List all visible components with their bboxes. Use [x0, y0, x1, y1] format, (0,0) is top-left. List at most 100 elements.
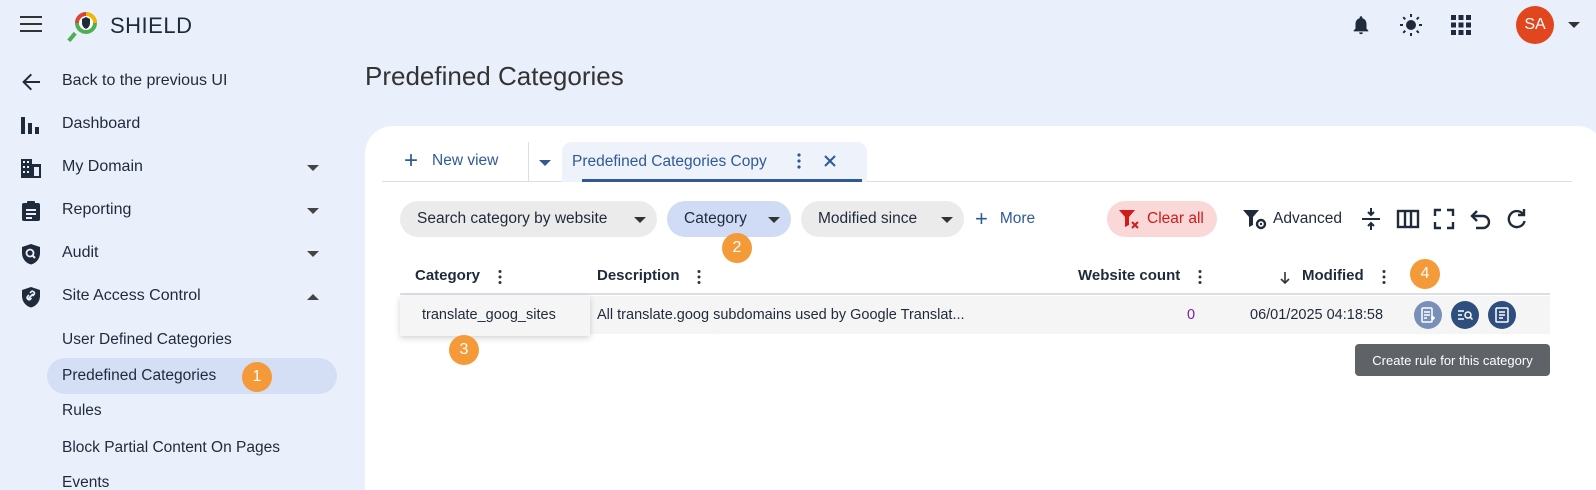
more-vert-icon[interactable] — [1382, 269, 1386, 285]
top-bar: SHIELD SA — [0, 0, 1596, 50]
chevron-down-icon — [307, 165, 319, 171]
advanced-filter-button[interactable]: Advanced — [1235, 201, 1355, 237]
new-view-button[interactable]: + New view — [404, 147, 499, 174]
sidebar-subitem-block-partial-content[interactable]: Block Partial Content On Pages — [47, 430, 337, 466]
filter-clear-icon — [1119, 210, 1139, 229]
view-websites-button[interactable] — [1451, 301, 1479, 329]
page-title: Predefined Categories — [365, 61, 624, 91]
sidebar-item-reporting[interactable]: Reporting — [0, 192, 345, 228]
advanced-label: Advanced — [1273, 210, 1342, 227]
sidebar-subitem-label: Predefined Categories — [62, 367, 217, 384]
sidebar-subitem-user-defined-categories[interactable]: User Defined Categories — [47, 322, 337, 358]
refresh-icon[interactable] — [1503, 206, 1529, 232]
user-avatar[interactable]: SA — [1516, 6, 1554, 44]
bar-chart-icon — [21, 117, 39, 134]
app-brand: SHIELD — [110, 13, 193, 38]
sidebar-item-site-access-control[interactable]: Site Access Control — [0, 278, 345, 314]
sidebar-item-label: Audit — [62, 244, 99, 261]
description-value: All translate.goog subdomains used by Go… — [597, 307, 965, 323]
user-menu-caret-icon[interactable] — [1568, 22, 1580, 28]
sidebar-subitem-rules[interactable]: Rules — [47, 393, 337, 429]
step-badge-4: 4 — [1410, 259, 1440, 289]
content-card: + New view Predefined Categories Copy Se… — [365, 126, 1596, 490]
search-category-by-website-filter[interactable]: Search category by website — [400, 201, 657, 237]
tab-divider — [528, 142, 529, 182]
modified-value: 06/01/2025 04:18:58 — [1250, 307, 1384, 323]
sidebar-subitem-label: Events — [62, 474, 110, 490]
notifications-bell-icon[interactable] — [1348, 12, 1374, 38]
columns-icon[interactable] — [1395, 206, 1421, 232]
new-view-label: New view — [432, 152, 499, 169]
filter-settings-icon — [1243, 210, 1267, 230]
building-icon — [21, 159, 41, 178]
modified-since-filter[interactable]: Modified since — [801, 201, 964, 237]
chevron-down-icon — [307, 208, 319, 214]
more-vert-icon[interactable] — [1198, 269, 1202, 285]
shield-link-icon — [22, 287, 40, 308]
more-filters-button[interactable]: + More — [975, 206, 1036, 231]
category-filter[interactable]: Category — [667, 201, 791, 237]
table-row[interactable]: translate_goog_sites All translate.goog … — [400, 296, 1550, 336]
step-badge-3: 3 — [449, 335, 479, 365]
close-icon[interactable] — [820, 151, 840, 171]
sidebar-subitem-predefined-categories[interactable]: Predefined Categories — [47, 358, 337, 394]
filter-label: Modified since — [818, 210, 918, 227]
filter-label: Search category by website — [417, 210, 608, 227]
density-icon[interactable] — [1358, 206, 1384, 232]
document-icon — [1495, 307, 1509, 323]
chevron-down-icon — [941, 217, 953, 223]
sidebar-subitem-label: Block Partial Content On Pages — [62, 439, 280, 456]
arrow-left-icon — [22, 73, 40, 91]
sidebar-item-label: Dashboard — [62, 115, 141, 132]
sidebar-item-dashboard[interactable]: Dashboard — [0, 106, 345, 142]
table-header: Category Description Website count Modif… — [400, 257, 1550, 295]
view-tab-bar: + New view Predefined Categories Copy — [382, 142, 1572, 182]
column-header-category[interactable]: Category — [415, 267, 480, 284]
more-vert-icon[interactable] — [498, 269, 502, 285]
more-label: More — [999, 210, 1036, 227]
sidebar-subitem-label: User Defined Categories — [62, 331, 232, 348]
add-note-icon — [1421, 307, 1435, 323]
menu-icon[interactable] — [20, 16, 42, 34]
category-details-button[interactable] — [1488, 301, 1516, 329]
tooltip: Create rule for this category — [1355, 344, 1550, 376]
sidebar-item-my-domain[interactable]: My Domain — [0, 149, 345, 185]
undo-icon[interactable] — [1467, 206, 1493, 232]
step-badge-1: 1 — [242, 362, 272, 392]
sidebar-subitem-label: Rules — [62, 402, 102, 419]
tab-label: Predefined Categories Copy — [572, 153, 767, 170]
fullscreen-icon[interactable] — [1431, 206, 1457, 232]
chevron-down-icon — [768, 217, 780, 223]
website-count-value[interactable]: 0 — [1187, 307, 1195, 323]
filter-label: Category — [684, 210, 747, 227]
sidebar-item-label: Site Access Control — [62, 287, 201, 304]
plus-icon: + — [975, 206, 988, 231]
sort-arrow-down-icon[interactable] — [1279, 271, 1291, 285]
list-search-icon — [1458, 310, 1473, 321]
shield-logo-icon — [67, 12, 97, 43]
theme-sun-icon[interactable] — [1398, 12, 1424, 38]
sidebar-item-label: Reporting — [62, 201, 132, 218]
chevron-down-icon — [634, 217, 646, 223]
back-link-label: Back to the previous UI — [62, 72, 228, 89]
sidebar-subitem-events[interactable]: Events — [47, 465, 337, 490]
active-tab-indicator — [582, 179, 862, 182]
shield-search-icon — [22, 244, 40, 265]
column-header-website-count[interactable]: Website count — [1078, 267, 1180, 284]
category-cell[interactable]: translate_goog_sites — [400, 296, 590, 336]
more-vert-icon[interactable] — [797, 152, 801, 170]
more-vert-icon[interactable] — [697, 269, 701, 285]
clear-all-button[interactable]: Clear all — [1107, 201, 1217, 237]
plus-icon: + — [404, 147, 419, 174]
views-dropdown-icon[interactable] — [539, 160, 551, 166]
column-header-description[interactable]: Description — [597, 267, 680, 284]
column-header-modified[interactable]: Modified — [1302, 267, 1364, 284]
category-value: translate_goog_sites — [422, 307, 556, 323]
back-link[interactable]: Back to the previous UI — [0, 63, 345, 99]
apps-grid-icon[interactable] — [1448, 12, 1474, 38]
tab-predefined-categories-copy[interactable]: Predefined Categories Copy — [562, 142, 867, 182]
chevron-down-icon — [307, 251, 319, 257]
clear-all-label: Clear all — [1147, 210, 1204, 227]
sidebar-item-audit[interactable]: Audit — [0, 235, 345, 271]
create-rule-button[interactable] — [1414, 301, 1442, 329]
